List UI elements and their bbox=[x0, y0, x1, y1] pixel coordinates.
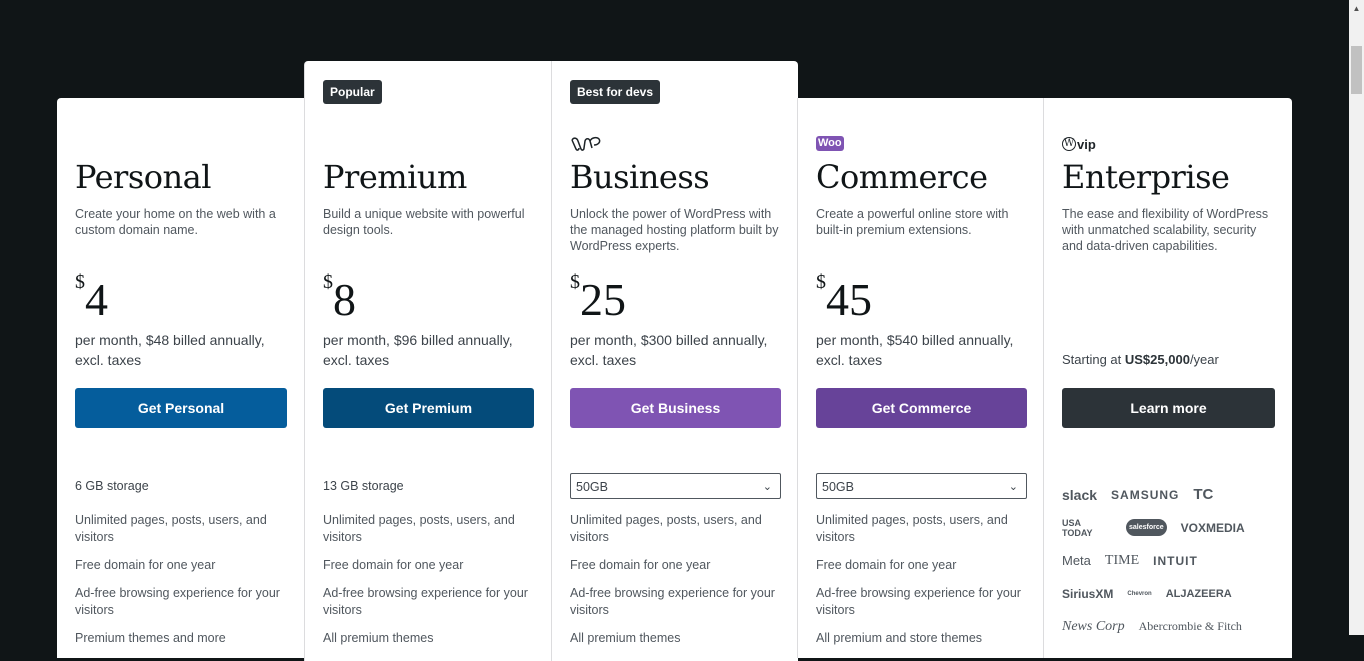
billing-text: per month, $96 billed annually, excl. ta… bbox=[323, 332, 513, 368]
plan-description: Unlock the power of WordPress with the m… bbox=[570, 207, 779, 253]
plan-card-business: Best for devs Business Unlock the power … bbox=[551, 61, 798, 661]
get-personal-button[interactable]: Get Personal bbox=[75, 388, 287, 428]
feature-item: Unlimited pages, posts, users, and visit… bbox=[75, 513, 267, 544]
intuit-logo: INTUIT bbox=[1153, 553, 1198, 568]
currency-symbol: $ bbox=[323, 271, 333, 293]
learn-more-button[interactable]: Learn more bbox=[1062, 388, 1275, 428]
feature-list: Unlimited pages, posts, users, and visit… bbox=[816, 512, 1030, 658]
get-premium-button[interactable]: Get Premium bbox=[323, 388, 534, 428]
plan-card-premium: Popular Premium Build a unique website w… bbox=[304, 61, 551, 661]
price-amount: 45 bbox=[826, 274, 872, 325]
wpvip-icon: W vip bbox=[1062, 135, 1096, 153]
feature-item: Ad-free browsing experience for your vis… bbox=[570, 586, 775, 617]
feature-item: Free domain for one year bbox=[570, 558, 711, 572]
feature-list: Unlimited pages, posts, users, and visit… bbox=[75, 512, 290, 658]
abercrombie-logo: Abercrombie & Fitch bbox=[1138, 619, 1242, 633]
storage-select-value: 50GB bbox=[822, 480, 854, 494]
samsung-logo: SAMSUNG bbox=[1111, 487, 1180, 502]
feature-item: All premium themes bbox=[570, 631, 681, 645]
starting-amount: US$25,000 bbox=[1124, 352, 1190, 367]
chevron-down-icon: ⌄ bbox=[762, 481, 772, 493]
voxmedia-logo: VOXMEDIA bbox=[1180, 520, 1245, 535]
feature-item: Free domain for one year bbox=[323, 558, 464, 572]
price-amount: 25 bbox=[580, 274, 626, 325]
vip-text: vip bbox=[1077, 136, 1096, 152]
meta-logo: Meta bbox=[1062, 553, 1091, 568]
feature-item: Ad-free browsing experience for your vis… bbox=[323, 586, 528, 617]
popular-badge: Popular bbox=[323, 80, 382, 104]
page-scrollbar[interactable]: ▲ bbox=[1349, 0, 1364, 635]
plan-price: $8 bbox=[323, 271, 356, 326]
plan-price: $45 bbox=[816, 271, 872, 326]
newscorp-logo: News Corp bbox=[1062, 618, 1125, 634]
plan-name: Business bbox=[570, 158, 710, 196]
plan-name: Commerce bbox=[816, 158, 988, 196]
price-amount: 4 bbox=[85, 274, 108, 325]
plan-description: The ease and flexibility of WordPress wi… bbox=[1062, 207, 1269, 253]
plan-card-enterprise: W vip Enterprise The ease and flexibilit… bbox=[1043, 98, 1292, 658]
feature-list: Unlimited pages, posts, users, and visit… bbox=[323, 512, 537, 658]
chevron-logo: Chevron bbox=[1127, 590, 1152, 597]
feature-list: Unlimited pages, posts, users, and visit… bbox=[570, 512, 784, 658]
plan-description: Build a unique website with powerful des… bbox=[323, 207, 525, 237]
chevron-down-icon: ⌄ bbox=[1008, 481, 1018, 493]
feature-item: Unlimited pages, posts, users, and visit… bbox=[570, 513, 762, 544]
feature-item: Ad-free browsing experience for your vis… bbox=[816, 586, 1021, 617]
logo-row: USA TODAY salesforce VOXMEDIA bbox=[1062, 511, 1277, 544]
get-commerce-button[interactable]: Get Commerce bbox=[816, 388, 1027, 428]
feature-item: Unlimited pages, posts, users, and visit… bbox=[323, 513, 515, 544]
currency-symbol: $ bbox=[816, 271, 826, 293]
logo-row: Meta TIME INTUIT bbox=[1062, 544, 1277, 577]
storage-select[interactable]: 50GB ⌄ bbox=[816, 473, 1027, 499]
billing-text: per month, $48 billed annually, excl. ta… bbox=[75, 332, 265, 368]
salesforce-logo: salesforce bbox=[1126, 519, 1167, 536]
storage-select-value: 50GB bbox=[576, 480, 608, 494]
plan-price: $25 bbox=[570, 271, 626, 326]
billing-text: per month, $540 billed annually, excl. t… bbox=[816, 332, 1014, 368]
plan-card-commerce: Woo Commerce Create a powerful online st… bbox=[797, 98, 1044, 658]
client-logos: slack SAMSUNG TC USA TODAY salesforce VO… bbox=[1062, 478, 1277, 643]
wordpress-logo-icon: W bbox=[1062, 137, 1076, 151]
logo-row: slack SAMSUNG TC bbox=[1062, 478, 1277, 511]
get-business-button[interactable]: Get Business bbox=[570, 388, 781, 428]
aljazeera-logo: ALJAZEERA bbox=[1165, 587, 1232, 600]
time-logo: TIME bbox=[1104, 552, 1140, 568]
plan-name: Enterprise bbox=[1062, 158, 1230, 196]
starting-suffix: /year bbox=[1189, 352, 1219, 367]
plan-card-personal: Personal Create your home on the web wit… bbox=[57, 98, 304, 658]
plan-name: Premium bbox=[323, 158, 467, 196]
storage-select[interactable]: 50GB ⌄ bbox=[570, 473, 781, 499]
techcrunch-logo: TC bbox=[1193, 486, 1214, 503]
scrollbar-thumb[interactable] bbox=[1351, 46, 1362, 94]
starting-price: Starting at US$25,000/year bbox=[1062, 352, 1219, 367]
feature-item: Ad-free browsing experience for your vis… bbox=[75, 586, 280, 617]
wp-cloud-icon bbox=[571, 136, 601, 151]
storage-text: 13 GB storage bbox=[323, 479, 404, 493]
plan-description: Create a powerful online store with buil… bbox=[816, 207, 1009, 237]
feature-item: All premium themes bbox=[323, 631, 434, 645]
logo-row: SiriusXM Chevron ALJAZEERA bbox=[1062, 577, 1277, 610]
starting-prefix: Starting at bbox=[1062, 352, 1125, 367]
plan-description: Create your home on the web with a custo… bbox=[75, 207, 276, 237]
feature-item: All premium and store themes bbox=[816, 631, 983, 645]
currency-symbol: $ bbox=[570, 271, 580, 293]
siriusxm-logo: SiriusXM bbox=[1062, 586, 1114, 601]
logo-row: News Corp Abercrombie & Fitch bbox=[1062, 610, 1277, 643]
feature-item: Free domain for one year bbox=[75, 558, 216, 572]
plan-price: $4 bbox=[75, 271, 108, 326]
feature-item: Free domain for one year bbox=[816, 558, 957, 572]
billing-text: per month, $300 billed annually, excl. t… bbox=[570, 332, 768, 368]
storage-text: 6 GB storage bbox=[75, 479, 149, 493]
plan-name: Personal bbox=[75, 158, 211, 196]
currency-symbol: $ bbox=[75, 271, 85, 293]
price-amount: 8 bbox=[333, 274, 356, 325]
best-for-devs-badge: Best for devs bbox=[570, 80, 661, 104]
feature-item: Unlimited pages, posts, users, and visit… bbox=[816, 513, 1008, 544]
usa-today-logo: USA TODAY bbox=[1062, 517, 1093, 538]
slack-logo: slack bbox=[1062, 486, 1098, 503]
woo-icon: Woo bbox=[816, 136, 844, 151]
scroll-up-arrow-icon[interactable]: ▲ bbox=[1349, 0, 1364, 17]
feature-item: Premium themes and more bbox=[75, 631, 226, 645]
